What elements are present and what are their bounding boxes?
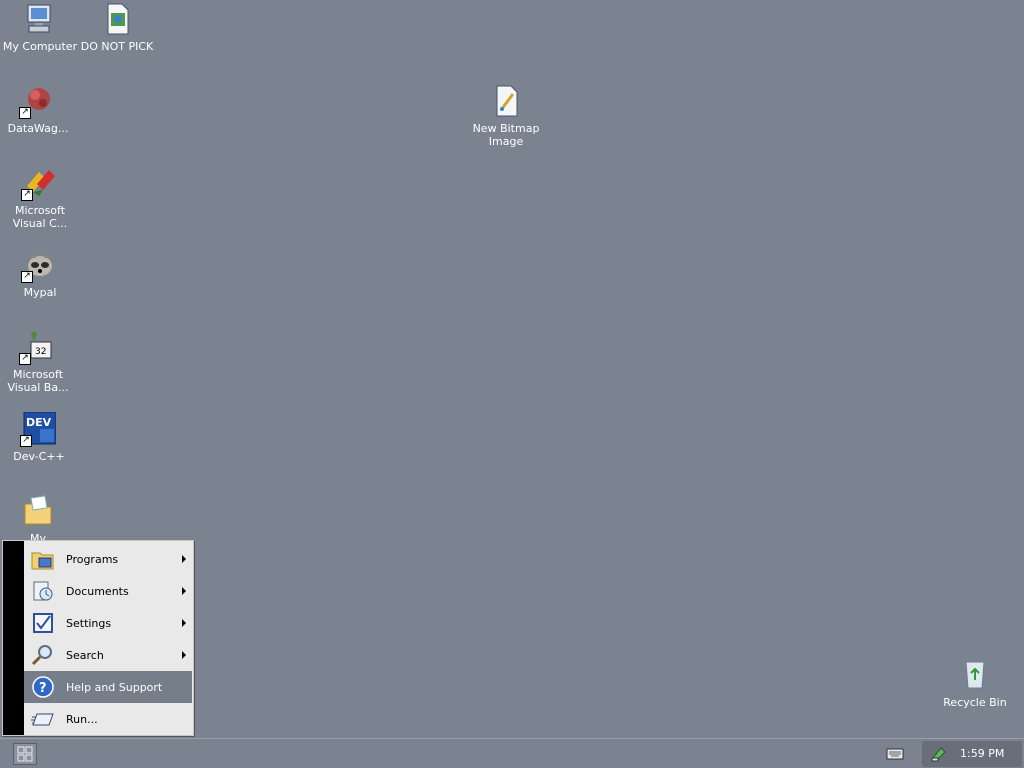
help-icon: ?: [31, 675, 55, 699]
menu-item-programs[interactable]: Programs: [24, 543, 192, 575]
folder-icon: [21, 494, 55, 528]
desktop-icon-mypal[interactable]: ↗ Mypal: [2, 248, 78, 299]
desktop-icon-label: Mypal: [23, 286, 57, 299]
start-grid-icon: [17, 746, 33, 762]
shortcut-arrow-icon: ↗: [19, 353, 31, 365]
bitmap-icon: [489, 84, 523, 118]
desktop-icon-label: Recycle Bin: [943, 696, 1007, 709]
start-menu-sidebar: [3, 541, 24, 735]
menu-item-help-and-support[interactable]: ? Help and Support: [24, 671, 192, 703]
run-icon: [31, 707, 55, 731]
shortcut-arrow-icon: ↗: [20, 435, 32, 447]
menu-item-label: Programs: [66, 552, 119, 566]
menu-item-run[interactable]: Run...: [24, 703, 192, 735]
settings-icon: [31, 611, 55, 635]
keyboard-icon[interactable]: [886, 747, 904, 761]
start-button[interactable]: [13, 743, 37, 765]
svg-text:DEV: DEV: [26, 416, 52, 429]
search-icon: [31, 643, 55, 667]
desktop-icon-datawag[interactable]: ↗ DataWag...: [0, 84, 76, 135]
desktop-icon-do-not-pick[interactable]: DO NOT PICK: [79, 2, 155, 53]
image-file-icon: [100, 2, 134, 36]
desktop-icon-label: Microsoft Visual Ba...: [7, 368, 69, 394]
menu-item-search[interactable]: Search: [24, 639, 192, 671]
desktop-icon-label: New Bitmap Image: [472, 122, 540, 148]
desktop-icon-dev-cpp[interactable]: DEV ↗ Dev-C++: [1, 411, 77, 463]
svg-text:32: 32: [35, 347, 46, 357]
start-menu: Programs Documents Settings Search ? Hel…: [2, 540, 194, 736]
desktop-icon-label: DO NOT PICK: [80, 40, 154, 53]
svg-text:?: ?: [39, 681, 47, 696]
shortcut-arrow-icon: ↗: [19, 107, 31, 119]
dev-cpp-icon: DEV ↗: [20, 411, 57, 447]
desktop-icon-label: My Computer: [2, 40, 78, 53]
menu-item-documents[interactable]: Documents: [24, 575, 192, 607]
datawag-icon: ↗: [19, 84, 55, 119]
computer-icon: [23, 2, 57, 36]
submenu-arrow-icon: [182, 619, 186, 627]
desktop-icon-microsoft-visual-basic[interactable]: 32 ↗ Microsoft Visual Ba...: [0, 330, 76, 394]
documents-icon: [31, 579, 55, 603]
desktop-icon-label: Dev-C++: [13, 450, 65, 463]
submenu-arrow-icon: [182, 555, 186, 563]
recycle-bin-icon: [958, 658, 992, 692]
system-tray: 1:59 PM: [922, 741, 1022, 767]
desktop-icon-microsoft-visual-c[interactable]: ↗ Microsoft Visual C...: [2, 166, 78, 230]
mypal-raccoon-icon: ↗: [21, 248, 57, 283]
submenu-arrow-icon: [182, 587, 186, 595]
programs-icon: [31, 547, 55, 571]
desktop-icon-my-computer[interactable]: My Computer: [2, 2, 78, 53]
clock[interactable]: 1:59 PM: [960, 747, 1004, 760]
desktop-icon-recycle-bin[interactable]: Recycle Bin: [937, 658, 1013, 709]
visual-basic-icon: 32 ↗: [19, 330, 55, 365]
taskbar: 1:59 PM: [0, 738, 1024, 768]
shortcut-arrow-icon: ↗: [21, 271, 33, 283]
desktop-icon-label: Microsoft Visual C...: [12, 204, 68, 230]
desktop-icon-my-documents[interactable]: My: [0, 494, 76, 545]
menu-item-label: Settings: [66, 616, 112, 630]
menu-item-label: Search: [66, 648, 104, 662]
tray-app-icon[interactable]: [931, 746, 947, 762]
shortcut-arrow-icon: ↗: [21, 189, 33, 201]
menu-item-label: Documents: [66, 584, 129, 598]
visual-c-icon: ↗: [21, 166, 57, 201]
menu-item-label: Help and Support: [66, 680, 163, 694]
desktop-icon-new-bitmap-image[interactable]: New Bitmap Image: [468, 84, 544, 148]
menu-item-settings[interactable]: Settings: [24, 607, 192, 639]
desktop-icon-label: DataWag...: [7, 122, 69, 135]
menu-item-label: Run...: [66, 712, 98, 726]
submenu-arrow-icon: [182, 651, 186, 659]
